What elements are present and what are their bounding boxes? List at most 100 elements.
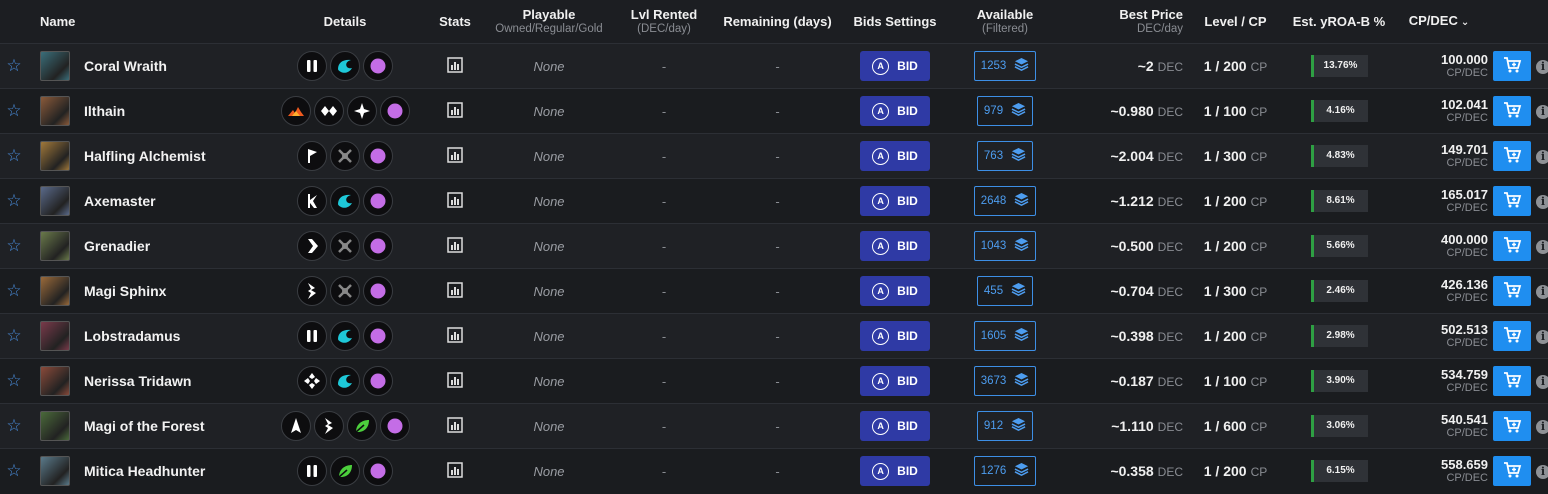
stats-icon[interactable] bbox=[447, 371, 463, 391]
header-cpdec[interactable]: CP/DEC ⌄ bbox=[1390, 0, 1488, 44]
header-available-label: Available bbox=[976, 6, 1034, 22]
fire-icon bbox=[280, 96, 311, 126]
card-name[interactable]: Lobstradamus bbox=[84, 328, 180, 344]
bid-button[interactable]: A BID bbox=[860, 411, 930, 441]
favorite-star-icon[interactable]: ☆ bbox=[6, 146, 21, 165]
info-icon[interactable]: i bbox=[1536, 240, 1548, 254]
header-available[interactable]: Available (Filtered) bbox=[945, 0, 1065, 44]
header-stats: Stats bbox=[439, 14, 471, 29]
header-name[interactable]: Name bbox=[28, 0, 260, 44]
header-lvl-rented-sub: (DEC/day) bbox=[637, 22, 691, 35]
favorite-star-icon[interactable]: ☆ bbox=[6, 191, 21, 210]
favorite-star-icon[interactable]: ☆ bbox=[6, 371, 21, 390]
card-thumbnail[interactable] bbox=[40, 456, 70, 487]
available-button[interactable]: 1043 bbox=[973, 231, 1037, 261]
info-icon[interactable]: i bbox=[1536, 465, 1548, 480]
favorite-star-icon[interactable]: ☆ bbox=[6, 416, 21, 435]
card-thumbnail[interactable] bbox=[40, 411, 70, 441]
card-name[interactable]: Nerissa Tridawn bbox=[84, 373, 191, 389]
cpdec-unit: CP/DEC bbox=[1446, 337, 1488, 349]
favorite-star-icon[interactable]: ☆ bbox=[6, 101, 21, 120]
card-thumbnail[interactable] bbox=[40, 366, 70, 396]
card-thumbnail[interactable] bbox=[40, 141, 70, 171]
card-name[interactable]: Ilthain bbox=[84, 103, 125, 119]
bid-button[interactable]: A BID bbox=[860, 96, 930, 126]
bid-button[interactable]: A BID bbox=[860, 51, 930, 81]
card-thumbnail[interactable] bbox=[40, 276, 70, 306]
stats-icon[interactable] bbox=[447, 236, 463, 256]
info-icon[interactable]: i bbox=[1536, 105, 1548, 119]
card-name[interactable]: Magi of the Forest bbox=[84, 418, 205, 434]
card-thumbnail[interactable] bbox=[40, 231, 70, 261]
available-button[interactable]: 1605 bbox=[973, 321, 1037, 351]
bid-button[interactable]: A BID bbox=[860, 321, 930, 351]
available-button[interactable]: 455 bbox=[976, 276, 1034, 306]
available-button[interactable]: 1276 bbox=[973, 456, 1037, 487]
favorite-star-icon[interactable]: ☆ bbox=[6, 326, 21, 345]
info-icon[interactable]: i bbox=[1536, 285, 1548, 299]
add-to-cart-button[interactable] bbox=[1493, 366, 1531, 396]
bid-button[interactable]: A BID bbox=[860, 231, 930, 261]
available-count: 455 bbox=[983, 285, 1004, 297]
header-yroa[interactable]: Est. yROA-B % bbox=[1288, 0, 1390, 44]
stats-icon[interactable] bbox=[447, 326, 463, 346]
bid-button[interactable]: A BID bbox=[860, 141, 930, 171]
info-icon[interactable]: i bbox=[1536, 60, 1548, 74]
stats-icon[interactable] bbox=[447, 191, 463, 211]
available-button[interactable]: 3673 bbox=[973, 366, 1037, 396]
available-button[interactable]: 912 bbox=[976, 411, 1034, 441]
header-lvl-rented[interactable]: Lvl Rented (DEC/day) bbox=[618, 0, 710, 44]
card-name[interactable]: Mitica Headhunter bbox=[84, 463, 205, 479]
available-button[interactable]: 2648 bbox=[973, 186, 1037, 216]
header-playable[interactable]: Playable Owned/Regular/Gold bbox=[480, 0, 618, 44]
cpdec-value: 426.136 bbox=[1441, 277, 1488, 292]
bid-button[interactable]: A BID bbox=[860, 276, 930, 306]
remaining-value: - bbox=[775, 283, 780, 299]
add-to-cart-button[interactable] bbox=[1493, 321, 1531, 351]
available-button[interactable]: 979 bbox=[976, 96, 1034, 126]
stats-icon[interactable] bbox=[447, 101, 463, 121]
info-icon[interactable]: i bbox=[1536, 420, 1548, 434]
stats-icon[interactable] bbox=[447, 56, 463, 76]
card-name[interactable]: Grenadier bbox=[84, 238, 150, 254]
stats-icon[interactable] bbox=[447, 462, 463, 481]
bid-button[interactable]: A BID bbox=[860, 366, 930, 396]
available-button[interactable]: 1253 bbox=[973, 51, 1037, 81]
add-to-cart-button[interactable] bbox=[1493, 231, 1531, 261]
stats-icon[interactable] bbox=[447, 281, 463, 301]
favorite-star-icon[interactable]: ☆ bbox=[6, 236, 21, 255]
add-to-cart-button[interactable] bbox=[1493, 276, 1531, 306]
card-thumbnail[interactable] bbox=[40, 96, 70, 126]
header-level-cp[interactable]: Level / CP bbox=[1183, 0, 1288, 44]
bid-button[interactable]: A BID bbox=[860, 186, 930, 216]
info-icon[interactable]: i bbox=[1536, 330, 1548, 344]
card-name[interactable]: Halfling Alchemist bbox=[84, 148, 206, 164]
earth-leaf-icon bbox=[346, 411, 377, 441]
stats-icon[interactable] bbox=[447, 416, 463, 436]
card-thumbnail[interactable] bbox=[40, 321, 70, 351]
info-icon[interactable]: i bbox=[1536, 195, 1548, 209]
bid-button[interactable]: A BID bbox=[860, 456, 930, 487]
header-remaining[interactable]: Remaining (days) bbox=[710, 0, 845, 44]
card-name[interactable]: Coral Wraith bbox=[84, 58, 167, 74]
card-thumbnail[interactable] bbox=[40, 51, 70, 81]
card-thumbnail[interactable] bbox=[40, 186, 70, 216]
favorite-star-icon[interactable]: ☆ bbox=[6, 461, 21, 480]
add-to-cart-button[interactable] bbox=[1493, 96, 1531, 126]
gold-foil-icon bbox=[363, 276, 393, 306]
stats-icon[interactable] bbox=[447, 146, 463, 166]
info-icon[interactable]: i bbox=[1536, 375, 1548, 389]
card-name[interactable]: Magi Sphinx bbox=[84, 283, 166, 299]
header-best-price[interactable]: Best Price DEC/day bbox=[1065, 0, 1183, 44]
available-button[interactable]: 763 bbox=[976, 141, 1034, 171]
add-to-cart-button[interactable] bbox=[1493, 186, 1531, 216]
card-name[interactable]: Axemaster bbox=[84, 193, 156, 209]
info-icon[interactable]: i bbox=[1536, 150, 1548, 164]
favorite-star-icon[interactable]: ☆ bbox=[6, 281, 21, 300]
favorite-star-icon[interactable]: ☆ bbox=[6, 56, 21, 75]
add-to-cart-button[interactable] bbox=[1493, 411, 1531, 441]
add-to-cart-button[interactable] bbox=[1493, 456, 1531, 487]
add-to-cart-button[interactable] bbox=[1493, 141, 1531, 171]
add-to-cart-button[interactable] bbox=[1493, 51, 1531, 81]
level-unit: CP bbox=[1250, 420, 1268, 434]
